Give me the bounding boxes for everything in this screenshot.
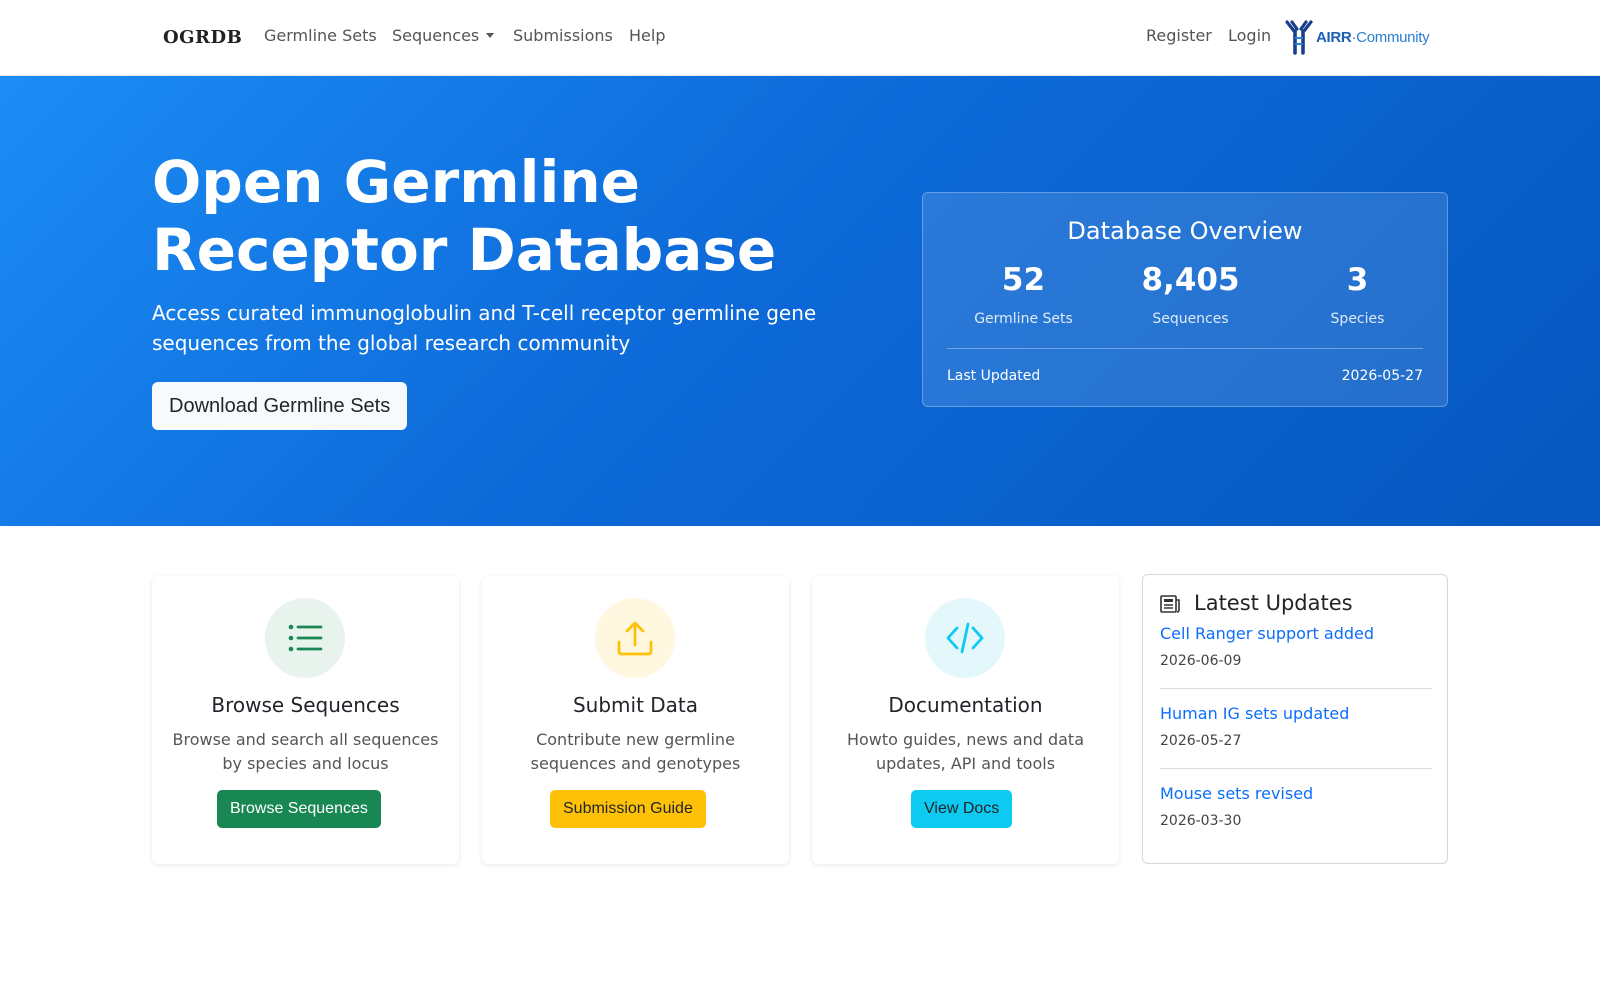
upload-icon: [617, 621, 653, 656]
last-updated-value: 2026-05-27: [1341, 368, 1423, 384]
stat-value: 3: [1346, 262, 1369, 298]
card-title: Documentation: [888, 693, 1043, 717]
nav-sequences-dropdown[interactable]: Sequences: [392, 26, 495, 45]
update-divider: [1160, 688, 1432, 689]
airr-logo-community: Community: [1356, 29, 1430, 46]
submit-icon-circle: [595, 598, 675, 678]
browse-sequences-card: Browse Sequences Browse and search all s…: [152, 576, 459, 864]
hero-title-line1: Open Germline: [152, 148, 641, 216]
hero-title: Open Germline Receptor Database: [152, 148, 872, 284]
update-item: Cell Ranger support added 2026-06-09: [1160, 624, 1432, 669]
caret-down-icon: [486, 33, 495, 38]
update-link[interactable]: Cell Ranger support added: [1160, 624, 1432, 643]
stat-label: Sequences: [1152, 311, 1229, 327]
stat-label: Germline Sets: [974, 311, 1073, 327]
browse-icon-circle: [265, 598, 345, 678]
card-title: Browse Sequences: [211, 693, 400, 717]
update-item: Mouse sets revised 2026-03-30: [1160, 784, 1432, 829]
nav-sequences-label: Sequences: [392, 26, 480, 45]
card-text: Browse and search all sequences by speci…: [172, 730, 439, 773]
stat-germline-sets: 52 Germline Sets: [940, 261, 1107, 327]
nav-help[interactable]: Help: [629, 26, 665, 45]
update-item: Human IG sets updated 2026-05-27: [1160, 704, 1432, 749]
overview-title: Database Overview: [1067, 217, 1303, 245]
card-text: Howto guides, news and data updates, API…: [846, 730, 1085, 773]
nav-login[interactable]: Login: [1228, 26, 1271, 45]
overview-divider: [947, 348, 1423, 349]
brand-logo[interactable]: OGRDB: [163, 27, 242, 48]
update-link[interactable]: Mouse sets revised: [1160, 784, 1432, 803]
stat-value: 8,405: [1141, 262, 1240, 298]
newspaper-icon: [1160, 595, 1180, 613]
navbar: OGRDB Germline Sets Sequences Submission…: [0, 0, 1600, 76]
view-docs-button[interactable]: View Docs: [911, 790, 1013, 828]
download-germline-sets-button[interactable]: Download Germline Sets: [152, 382, 408, 430]
update-date: 2026-06-09: [1160, 653, 1242, 669]
update-divider: [1160, 768, 1432, 769]
stat-value: 52: [1001, 262, 1046, 298]
stat-species: 3 Species: [1274, 261, 1441, 327]
hero-title-line2: Receptor Database: [152, 216, 777, 284]
stat-label: Species: [1330, 311, 1385, 327]
database-overview-panel: Database Overview 52 Germline Sets 8,405…: [922, 192, 1448, 407]
update-date: 2026-05-27: [1160, 733, 1242, 749]
list-icon: [288, 624, 323, 652]
submission-guide-button[interactable]: Submission Guide: [550, 790, 706, 828]
stat-sequences: 8,405 Sequences: [1107, 261, 1274, 327]
latest-updates-panel: Latest Updates Cell Ranger support added…: [1142, 574, 1448, 864]
latest-updates-title: Latest Updates: [1194, 591, 1353, 615]
submit-data-card: Submit Data Contribute new germline sequ…: [482, 576, 789, 864]
nav-submissions[interactable]: Submissions: [513, 26, 613, 45]
docs-icon-circle: [925, 598, 1005, 678]
antibody-icon: [1285, 20, 1313, 55]
airr-logo-text: AIRR·Community: [1316, 29, 1430, 46]
code-icon: [946, 622, 984, 654]
hero-section: Open Germline Receptor Database Access c…: [0, 76, 1600, 526]
airr-community-logo[interactable]: AIRR·Community: [1284, 20, 1430, 56]
nav-germline-sets[interactable]: Germline Sets: [264, 26, 377, 45]
browse-sequences-button[interactable]: Browse Sequences: [217, 790, 381, 828]
card-text: Contribute new germline sequences and ge…: [530, 730, 741, 773]
documentation-card: Documentation Howto guides, news and dat…: [812, 576, 1119, 864]
update-link[interactable]: Human IG sets updated: [1160, 704, 1432, 723]
airr-logo-airr: AIRR: [1316, 29, 1352, 46]
card-title: Submit Data: [572, 693, 699, 717]
last-updated-label: Last Updated: [947, 368, 1041, 384]
hero-subtitle: Access curated immunoglobulin and T-cell…: [152, 301, 817, 355]
update-date: 2026-03-30: [1160, 813, 1242, 829]
nav-register[interactable]: Register: [1146, 26, 1212, 45]
